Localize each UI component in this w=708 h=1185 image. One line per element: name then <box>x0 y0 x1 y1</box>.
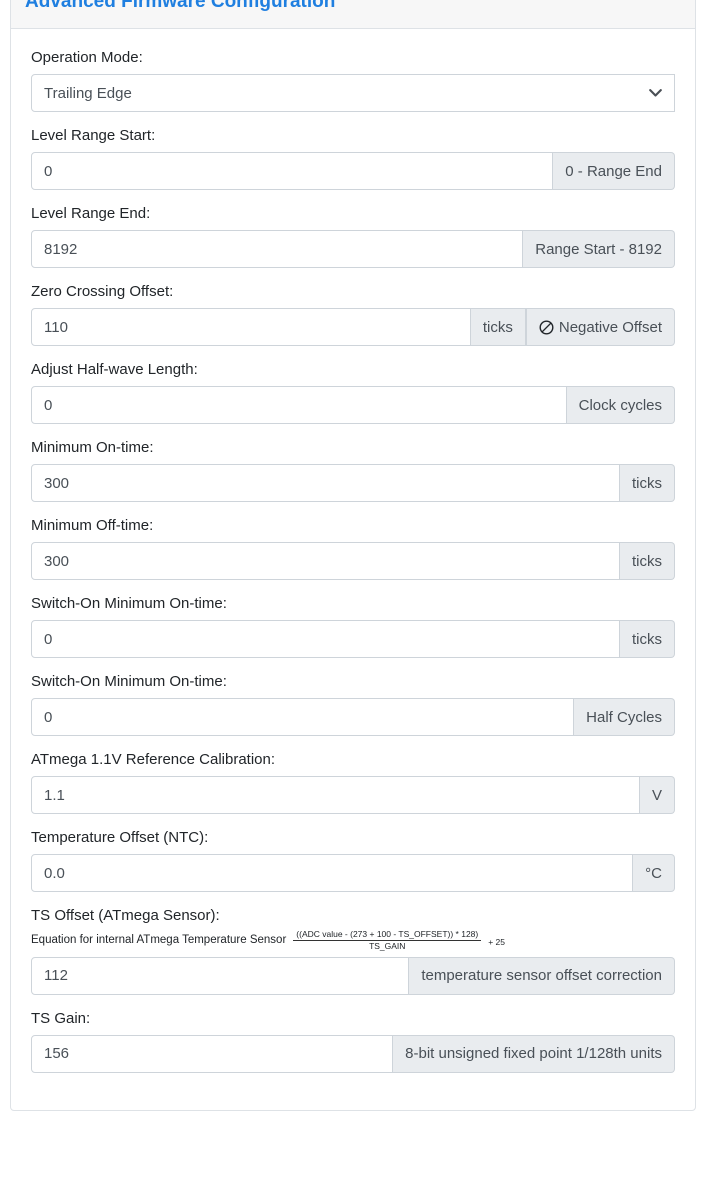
form-group-level-range-end: Level Range End: Range Start - 8192 <box>31 205 675 268</box>
label-ts-gain: TS Gain: <box>31 1009 91 1027</box>
addon-label: Range Start - 8192 <box>535 240 662 258</box>
input-group-minimum-on-time: ticks <box>31 464 675 502</box>
select-operation-mode[interactable]: Trailing Edge <box>31 74 675 112</box>
addon-switch-on-minimum-on-time-ticks-0: ticks <box>620 620 675 658</box>
form-group-atmega-reference-calibration: ATmega 1.1V Reference Calibration: V <box>31 751 675 814</box>
input-switch-on-minimum-on-time-ticks[interactable] <box>31 620 620 658</box>
addon-switch-on-minimum-on-time-half-cycles-0: Half Cycles <box>574 698 675 736</box>
input-group-adjust-half-wave-length: Clock cycles <box>31 386 675 424</box>
addon-atmega-reference-calibration-0: V <box>639 776 675 814</box>
input-minimum-on-time[interactable] <box>31 464 620 502</box>
equation-tail: + 25 <box>488 936 506 947</box>
input-group-minimum-off-time: ticks <box>31 542 675 580</box>
equation-denominator: TS_GAIN <box>369 940 406 951</box>
addon-label: ticks <box>632 474 662 492</box>
addon-label: temperature sensor offset correction <box>421 967 662 985</box>
addon-minimum-on-time-0: ticks <box>620 464 675 502</box>
label-level-range-end: Level Range End: <box>31 205 151 222</box>
form-group-ts-offset: TS Offset (ATmega Sensor): Equation for i… <box>31 907 675 995</box>
form-group-adjust-half-wave-length: Adjust Half-wave Length: Clock cycles <box>31 361 675 424</box>
addon-label: 8-bit unsigned fixed point 1/128th units <box>405 1045 662 1063</box>
label-temperature-offset-ntc: Temperature Offset (NTC): <box>31 829 209 846</box>
input-group-ts-gain: 8-bit unsigned fixed point 1/128th units <box>31 1034 675 1073</box>
addon-zero-crossing-offset-1: Negative Offset <box>525 308 675 346</box>
card-body: Operation Mode: Trailing Edge Level Range … <box>11 29 695 1110</box>
addon-label: Clock cycles <box>578 396 662 414</box>
addon-label: °C <box>645 864 662 882</box>
addon-ts-offset-0: temperature sensor offset correction <box>409 956 675 995</box>
equation-numerator: ((ADC value - (273 + 100 - TS_OFFSET)) *… <box>293 930 482 941</box>
input-minimum-off-time[interactable] <box>31 542 620 580</box>
equation-fraction: ((ADC value - (273 + 100 - TS_OFFSET)) *… <box>293 930 482 951</box>
addon-temperature-offset-ntc-0: °C <box>633 854 675 892</box>
addon-minimum-off-time-0: ticks <box>620 542 675 580</box>
form-group-operation-mode: Operation Mode: Trailing Edge <box>31 49 675 112</box>
label-atmega-reference-calibration: ATmega 1.1V Reference Calibration: <box>31 751 276 768</box>
addon-label: Negative Offset <box>558 318 662 336</box>
input-ts-gain[interactable] <box>31 1034 394 1073</box>
form-group-minimum-on-time: Minimum On-time: ticks <box>31 439 675 502</box>
ban-icon <box>539 320 554 335</box>
label-operation-mode: Operation Mode: <box>31 49 143 66</box>
label-minimum-on-time: Minimum On-time: <box>31 439 154 456</box>
addon-label: ticks <box>632 630 662 648</box>
form-group-temperature-offset-ntc: Temperature Offset (NTC): °C <box>31 829 675 892</box>
input-level-range-end[interactable] <box>31 230 524 268</box>
addon-zero-crossing-offset-0: ticks <box>470 308 526 346</box>
label-adjust-half-wave-length: Adjust Half-wave Length: <box>31 361 198 378</box>
addon-label: Half Cycles <box>586 708 662 726</box>
input-level-range-start[interactable] <box>31 152 554 190</box>
form-group-switch-on-minimum-on-time-ticks: Switch-On Minimum On-time: ticks <box>31 595 675 658</box>
card-header: Advanced Firmware Configuration <box>11 0 695 29</box>
advanced-firmware-configuration-card: Advanced Firmware Configuration Operatio… <box>10 0 696 1111</box>
label-ts-offset: TS Offset (ATmega Sensor): <box>31 907 220 924</box>
form-group-zero-crossing-offset: Zero Crossing Offset: ticks Negative Offse… <box>31 283 675 346</box>
input-group-switch-on-minimum-on-time-ticks: ticks <box>31 620 675 658</box>
equation-prefix: Equation for internal ATmega Temperature… <box>31 934 287 947</box>
input-ts-offset[interactable] <box>31 956 410 995</box>
input-group-zero-crossing-offset: ticks Negative Offset <box>31 308 675 346</box>
label-switch-on-minimum-on-time-half-cycles: Switch-On Minimum On-time: <box>31 673 227 690</box>
input-atmega-reference-calibration[interactable] <box>31 776 640 814</box>
input-zero-crossing-offset[interactable] <box>31 308 471 346</box>
addon-level-range-start-0: 0 - Range End <box>553 152 675 190</box>
input-group-atmega-reference-calibration: V <box>31 776 675 814</box>
input-switch-on-minimum-on-time-half-cycles[interactable] <box>31 698 575 736</box>
page-title: Advanced Firmware Configuration <box>25 0 336 12</box>
addon-label: ticks <box>482 318 513 336</box>
input-group-operation-mode: Trailing Edge <box>31 74 675 112</box>
form-group-ts-gain: TS Gain: 8-bit unsigned fixed point 1/128… <box>31 1010 675 1073</box>
input-group-switch-on-minimum-on-time-half-cycles: Half Cycles <box>31 698 675 736</box>
input-temperature-offset-ntc[interactable] <box>31 854 634 892</box>
input-group-level-range-end: Range Start - 8192 <box>31 230 675 268</box>
addon-label: V <box>651 786 662 804</box>
addon-ts-gain-0: 8-bit unsigned fixed point 1/128th units <box>393 1034 675 1073</box>
addon-label: ticks <box>632 552 662 570</box>
equation-ts-offset: Equation for internal ATmega Temperature… <box>31 930 675 951</box>
label-minimum-off-time: Minimum Off-time: <box>31 517 154 534</box>
addon-level-range-end-0: Range Start - 8192 <box>523 230 675 268</box>
form-group-switch-on-minimum-on-time-half-cycles: Switch-On Minimum On-time: Half Cycles <box>31 673 675 736</box>
select-wrap-operation-mode: Trailing Edge <box>31 74 675 112</box>
input-adjust-half-wave-length[interactable] <box>31 386 567 424</box>
label-switch-on-minimum-on-time-ticks: Switch-On Minimum On-time: <box>31 595 227 612</box>
form-group-minimum-off-time: Minimum Off-time: ticks <box>31 517 675 580</box>
label-level-range-start: Level Range Start: <box>31 127 156 144</box>
form-group-level-range-start: Level Range Start: 0 - Range End <box>31 127 675 190</box>
addon-label: 0 - Range End <box>565 162 662 180</box>
label-zero-crossing-offset: Zero Crossing Offset: <box>31 283 174 300</box>
input-group-ts-offset: temperature sensor offset correction <box>31 956 675 995</box>
input-group-level-range-start: 0 - Range End <box>31 152 675 190</box>
input-group-temperature-offset-ntc: °C <box>31 854 675 892</box>
addon-adjust-half-wave-length-0: Clock cycles <box>566 386 675 424</box>
